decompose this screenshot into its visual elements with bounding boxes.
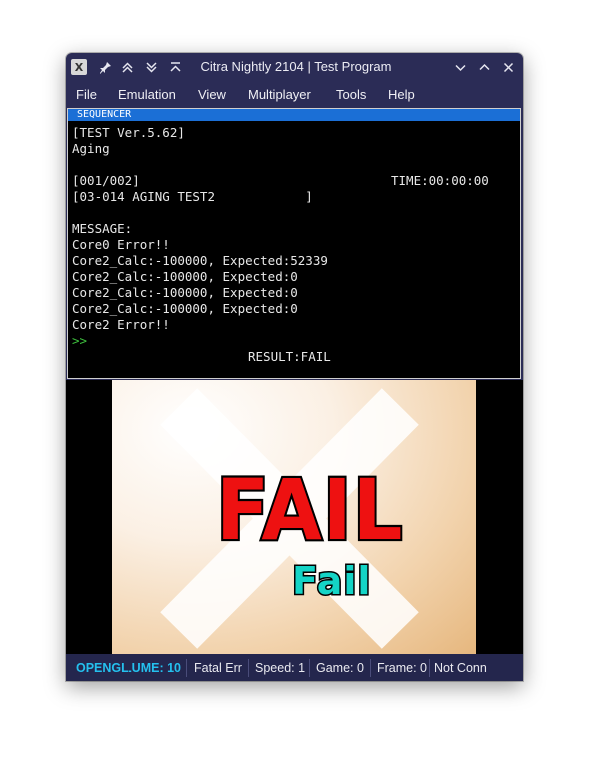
- menu-help[interactable]: Help: [388, 87, 415, 102]
- terminal-line: Core2_Calc:-100000, Expected:52339: [72, 253, 328, 268]
- menu-view[interactable]: View: [198, 87, 226, 102]
- shade-down-icon[interactable]: [143, 59, 159, 75]
- divider: [429, 659, 430, 677]
- network-status: Not Conn: [434, 661, 487, 675]
- status-bar: OPENGL VOLUME: 10 Fatal Error Speed: 1 G…: [66, 654, 523, 681]
- top-screen[interactable]: SEQUENCER [TEST Ver.5.62] Aging [001/002…: [67, 108, 521, 379]
- time-readout: TIME:00:00:00: [391, 173, 489, 188]
- game-fps-status: Game: 0: [316, 661, 364, 675]
- terminal-line: [03-014 AGING TEST2 ]: [72, 189, 313, 204]
- terminal-line: [TEST Ver.5.62]: [72, 125, 185, 140]
- minimize-icon[interactable]: [452, 59, 468, 75]
- fatal-error-status: Fatal Error: [194, 661, 242, 675]
- sequencer-header: SEQUENCER: [68, 109, 520, 121]
- close-icon[interactable]: [500, 59, 516, 75]
- maximize-icon[interactable]: [476, 59, 492, 75]
- app-window: X Citra Nightly 2104 | Test Program File…: [66, 53, 523, 681]
- terminal-line: Aging: [72, 141, 110, 156]
- menu-bar: File Emulation View Multiplayer Tools He…: [66, 81, 523, 108]
- title-bar: X Citra Nightly 2104 | Test Program: [66, 53, 523, 81]
- frame-time-status: Frame: 0: [377, 661, 428, 675]
- terminal-line: Core2 Error!!: [72, 317, 170, 332]
- keep-above-icon[interactable]: [167, 59, 183, 75]
- divider: [309, 659, 310, 677]
- divider: [248, 659, 249, 677]
- menu-file[interactable]: File: [76, 87, 97, 102]
- menu-multiplayer[interactable]: Multiplayer: [248, 87, 311, 102]
- renderer-status: OPENGL: [76, 661, 129, 675]
- divider: [370, 659, 371, 677]
- app-icon: X: [71, 59, 87, 75]
- terminal-line: Core2_Calc:-100000, Expected:0: [72, 269, 298, 284]
- bottom-screen-area: FAIL Fail: [66, 380, 523, 654]
- shade-up-icon[interactable]: [119, 59, 135, 75]
- speed-status: Speed: 1: [255, 661, 306, 675]
- menu-emulation[interactable]: Emulation: [118, 87, 176, 102]
- terminal-line: Core2_Calc:-100000, Expected:0: [72, 301, 298, 316]
- bottom-screen[interactable]: FAIL Fail: [112, 380, 476, 654]
- terminal-line: [001/002]: [72, 173, 140, 188]
- window-title: Citra Nightly 2104 | Test Program: [200, 59, 392, 74]
- divider: [186, 659, 187, 677]
- fail-small-text: Fail: [290, 559, 372, 603]
- result-text: RESULT:FAIL: [248, 349, 331, 364]
- terminal-line: Core0 Error!!: [72, 237, 170, 252]
- pin-icon[interactable]: [97, 59, 113, 75]
- prompt: >>: [72, 333, 88, 348]
- terminal-line: Core2_Calc:-100000, Expected:0: [72, 285, 298, 300]
- menu-tools[interactable]: Tools: [336, 87, 366, 102]
- volume-status: VOLUME: 10: [129, 661, 181, 675]
- terminal-line: MESSAGE:: [72, 221, 133, 236]
- fail-big-text: FAIL: [214, 462, 404, 560]
